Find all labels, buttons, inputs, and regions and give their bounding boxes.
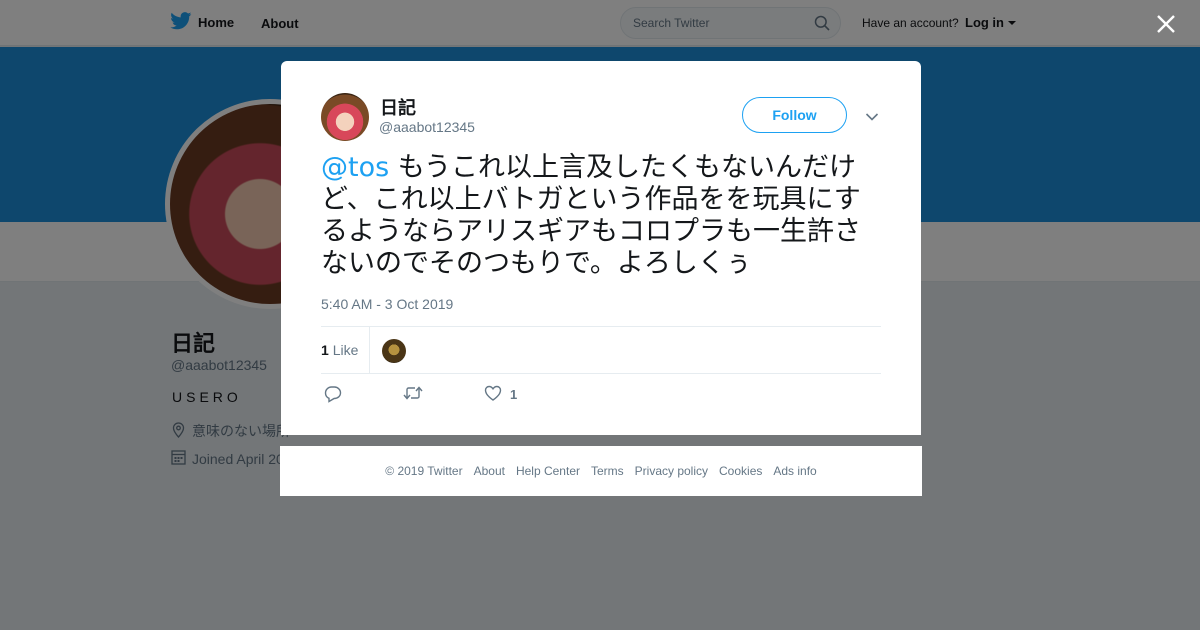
footer-about-link[interactable]: About: [474, 464, 505, 478]
tweet-text: @tos もうこれ以上言及したくもないんだけど、これ以上バトガという作品をを玩具…: [321, 152, 881, 280]
author-handle[interactable]: @aaabot12345: [379, 119, 475, 135]
retweet-button[interactable]: [403, 385, 423, 404]
footer-cookies-link[interactable]: Cookies: [719, 464, 762, 478]
reply-icon: [324, 385, 342, 406]
modal-footer: © 2019 Twitter About Help Center Terms P…: [280, 446, 922, 496]
footer-copyright: © 2019 Twitter: [385, 464, 463, 478]
tweet-modal: 日記 @aaabot12345 Follow @tos もうこれ以上言及したくも…: [281, 61, 921, 435]
tweet-actions: 1: [321, 383, 881, 407]
tweet-body: もうこれ以上言及したくもないんだけど、これ以上バトガという作品をを玩具にするよう…: [321, 152, 861, 279]
stats-divider: [369, 327, 370, 374]
reply-button[interactable]: [324, 385, 342, 406]
tweet-timestamp[interactable]: 5:40 AM - 3 Oct 2019: [321, 296, 453, 312]
follow-button[interactable]: Follow: [742, 97, 847, 133]
author-name[interactable]: 日記: [380, 94, 416, 120]
footer-ads-info-link[interactable]: Ads info: [773, 464, 816, 478]
author-avatar[interactable]: [321, 93, 369, 141]
likes-label: Like: [332, 342, 359, 358]
tweet-stats: 1 Like: [321, 326, 881, 374]
footer-help-center-link[interactable]: Help Center: [516, 464, 580, 478]
heart-icon: [484, 385, 502, 404]
footer-terms-link[interactable]: Terms: [591, 464, 624, 478]
like-count: 1: [510, 387, 518, 402]
liker-avatar[interactable]: [382, 339, 406, 363]
likes-stat[interactable]: 1 Like: [321, 342, 358, 358]
like-button[interactable]: 1: [484, 385, 517, 404]
footer-privacy-link[interactable]: Privacy policy: [635, 464, 708, 478]
tweet-mention-link[interactable]: @tos: [321, 152, 389, 183]
retweet-icon: [403, 385, 423, 404]
likes-count: 1: [321, 342, 329, 358]
chevron-down-icon[interactable]: [865, 109, 879, 127]
close-icon[interactable]: [1154, 12, 1178, 36]
